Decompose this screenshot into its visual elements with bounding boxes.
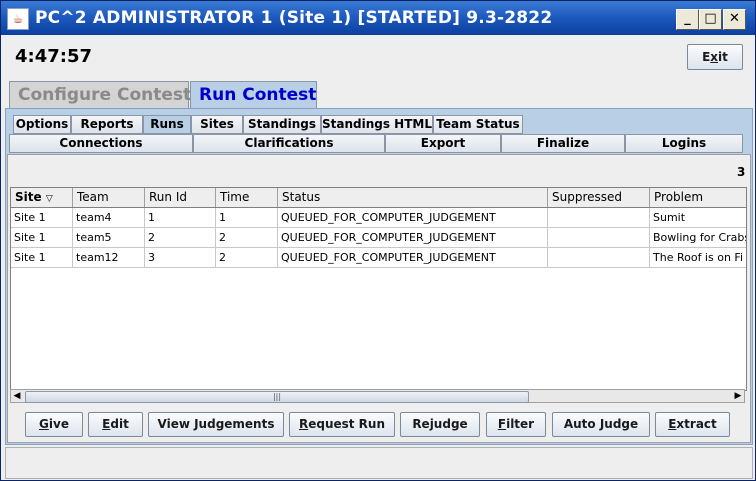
auto-judge-label: Auto Judge [563, 417, 639, 431]
run-count: 3 [737, 165, 746, 179]
exit-button[interactable]: Exit [687, 44, 743, 70]
cell-status: QUEUED_FOR_COMPUTER_JUDGEMENT [278, 228, 548, 248]
cell-site: Site 1 [11, 228, 73, 248]
table-row[interactable]: Site 1 team4 1 1 QUEUED_FOR_COMPUTER_JUD… [11, 208, 746, 228]
request-run-mnemonic: R [298, 417, 309, 431]
column-header-site-label: Site [15, 190, 42, 204]
cell-suppressed [548, 248, 650, 268]
maximize-button[interactable]: □ [699, 9, 722, 30]
give-button[interactable]: Give [25, 412, 83, 437]
extract-button[interactable]: Extract [655, 412, 730, 437]
table-row[interactable]: Site 1 team12 3 2 QUEUED_FOR_COMPUTER_JU… [11, 248, 746, 268]
give-mnemonic: G [39, 417, 49, 431]
column-header-suppressed[interactable]: Suppressed [548, 188, 650, 207]
cell-run-id: 2 [145, 228, 216, 248]
table-header: Site ▽ Team Run Id Time Status Suppresse… [11, 188, 746, 208]
tab-runs[interactable]: Runs [143, 115, 191, 134]
tab-reports[interactable]: Reports [71, 115, 143, 134]
tab-sites[interactable]: Sites [191, 115, 243, 134]
rejudge-label: Rejudge [412, 417, 468, 431]
cell-status: QUEUED_FOR_COMPUTER_JUDGEMENT [278, 248, 548, 268]
scrollbar-thumb[interactable]: ||| [25, 391, 529, 403]
tab-configure-contest[interactable]: Configure Contest [9, 81, 191, 108]
cell-run-id: 3 [145, 248, 216, 268]
cell-time: 2 [216, 228, 278, 248]
scroll-left-icon[interactable]: ◀ [11, 390, 23, 402]
exit-label-rest: it [718, 50, 728, 64]
status-bar [5, 447, 753, 479]
cell-team: team5 [73, 228, 145, 248]
tab-team-status[interactable]: Team Status [433, 115, 523, 134]
cell-time: 1 [216, 208, 278, 228]
cell-team: team4 [73, 208, 145, 228]
column-header-status[interactable]: Status [278, 188, 548, 207]
extract-label: xtract [676, 417, 717, 431]
sort-descending-icon: ▽ [45, 194, 53, 204]
tab-export[interactable]: Export [385, 134, 501, 153]
rejudge-button[interactable]: Rejudge [400, 412, 480, 437]
column-header-problem[interactable]: Problem [650, 188, 746, 207]
cell-site: Site 1 [11, 248, 73, 268]
tab-finalize[interactable]: Finalize [501, 134, 625, 153]
title-bar[interactable]: ☕ PC^2 ADMINISTRATOR 1 (Site 1) [STARTED… [1, 1, 755, 35]
filter-mnemonic: F [497, 417, 507, 431]
close-button[interactable]: ✕ [723, 9, 746, 30]
tab-standings-html[interactable]: Standings HTML [321, 115, 433, 134]
edit-label: dit [110, 417, 129, 431]
filter-button[interactable]: Filter [486, 412, 546, 437]
cell-suppressed [548, 228, 650, 248]
column-header-run-id[interactable]: Run Id [145, 188, 216, 207]
column-header-time[interactable]: Time [216, 188, 278, 207]
tab-logins[interactable]: Logins [625, 134, 743, 153]
request-run-label: equest Run [308, 417, 386, 431]
cell-suppressed [548, 208, 650, 228]
tab-options[interactable]: Options [13, 115, 71, 134]
java-cup-icon[interactable]: ☕ [7, 8, 29, 30]
minimize-button[interactable]: _ [676, 9, 699, 30]
cell-run-id: 1 [145, 208, 216, 228]
view-judgements-button[interactable]: View Judgements [148, 412, 284, 437]
window-title: PC^2 ADMINISTRATOR 1 (Site 1) [STARTED] … [35, 8, 553, 28]
cell-site: Site 1 [11, 208, 73, 228]
give-label: ive [48, 417, 69, 431]
filter-label: ilter [506, 417, 535, 431]
contest-clock: 4:47:57 [15, 46, 93, 67]
runs-table[interactable]: Site ▽ Team Run Id Time Status Suppresse… [10, 187, 747, 391]
tab-clarifications[interactable]: Clarifications [193, 134, 385, 153]
view-judgements-label: View Judgements [157, 417, 275, 431]
column-header-team[interactable]: Team [73, 188, 145, 207]
cell-time: 2 [216, 248, 278, 268]
cell-team: team12 [73, 248, 145, 268]
cell-status: QUEUED_FOR_COMPUTER_JUDGEMENT [278, 208, 548, 228]
column-header-site[interactable]: Site ▽ [11, 188, 73, 207]
auto-judge-button[interactable]: Auto Judge [552, 412, 650, 437]
cell-problem: The Roof is on Fi [650, 248, 746, 268]
request-run-button[interactable]: Request Run [289, 412, 395, 437]
horizontal-scrollbar[interactable]: ◀ ||| ▶ [10, 389, 745, 403]
exit-mnemonic: x [710, 50, 719, 64]
cell-problem: Bowling for Crabs [650, 228, 746, 248]
tab-run-contest[interactable]: Run Contest [190, 81, 317, 108]
edit-button[interactable]: Edit [88, 412, 143, 437]
tab-connections[interactable]: Connections [9, 134, 193, 153]
tab-standings[interactable]: Standings [243, 115, 321, 134]
scroll-right-icon[interactable]: ▶ [732, 390, 744, 402]
app-window: ☕ PC^2 ADMINISTRATOR 1 (Site 1) [STARTED… [0, 0, 756, 481]
table-row[interactable]: Site 1 team5 2 2 QUEUED_FOR_COMPUTER_JUD… [11, 228, 746, 248]
cell-problem: Sumit [650, 208, 746, 228]
